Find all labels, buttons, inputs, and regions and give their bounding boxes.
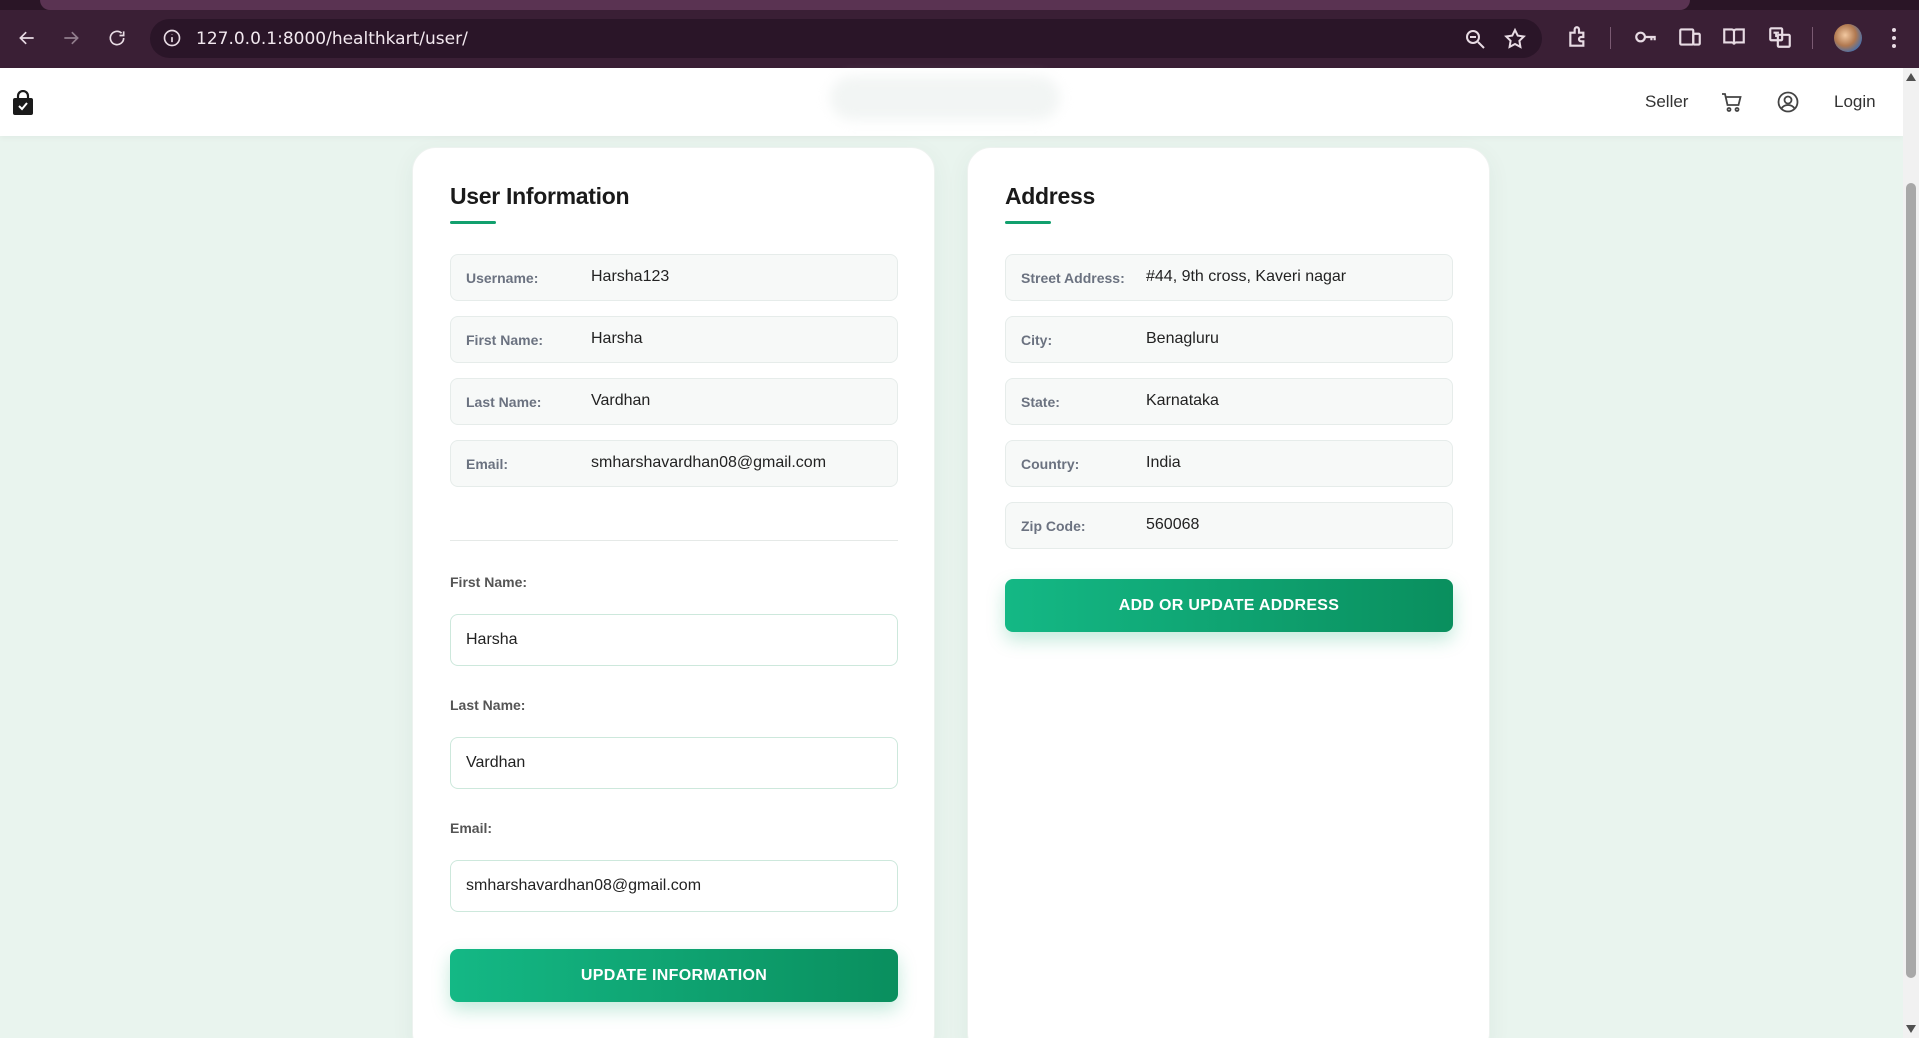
info-value: Vardhan — [591, 392, 651, 409]
email-label: Email: — [450, 820, 493, 836]
info-label: Country: — [1021, 456, 1080, 472]
menu-kebab-icon[interactable] — [1884, 24, 1904, 52]
title-underline — [1005, 221, 1051, 224]
login-link[interactable]: Login — [1834, 92, 1876, 112]
toolbar-divider — [1812, 27, 1813, 49]
reload-icon[interactable] — [103, 24, 131, 52]
street-address-row: Street Address: #44, 9th cross, Kaveri n… — [1005, 254, 1453, 301]
info-label: Username: — [466, 270, 539, 286]
title-underline — [450, 221, 496, 224]
active-tab[interactable] — [40, 0, 1690, 10]
scroll-thumb[interactable] — [1906, 183, 1916, 978]
update-information-button[interactable]: UPDATE INFORMATION — [450, 949, 898, 1002]
first-name-input[interactable] — [450, 614, 898, 666]
back-icon[interactable] — [13, 24, 41, 52]
cast-devices-icon[interactable] — [1677, 24, 1703, 50]
info-value: Harsha — [591, 330, 643, 347]
cart-icon[interactable] — [1720, 90, 1744, 114]
section-divider — [450, 540, 898, 541]
info-value: Karnataka — [1146, 392, 1219, 409]
last-name-row: Last Name: Vardhan — [450, 378, 898, 425]
info-label: Street Address: — [1021, 270, 1125, 286]
info-value: Benagluru — [1146, 330, 1219, 347]
site-header: Seller Login — [0, 68, 1903, 136]
reading-mode-icon[interactable] — [1721, 24, 1747, 50]
header-search-placeholder — [830, 76, 1060, 120]
zoom-icon[interactable] — [1463, 27, 1487, 51]
username-row: Username: Harsha123 — [450, 254, 898, 301]
zip-code-row: Zip Code: 560068 — [1005, 502, 1453, 549]
toolbar-divider — [1610, 27, 1611, 49]
tab-strip — [0, 0, 1919, 10]
info-label: Last Name: — [466, 394, 542, 410]
bookmark-star-icon[interactable] — [1503, 27, 1527, 51]
info-value: 560068 — [1146, 516, 1200, 533]
browser-toolbar: 127.0.0.1:8000/healthkart/user/ — [0, 0, 1919, 68]
seller-link[interactable]: Seller — [1645, 92, 1688, 112]
address-title: Address — [1005, 183, 1095, 209]
last-name-input[interactable] — [450, 737, 898, 789]
info-value: smharshavardhan08@gmail.com — [591, 454, 827, 471]
city-row: City: Benagluru — [1005, 316, 1453, 363]
first-name-row: First Name: Harsha — [450, 316, 898, 363]
site-info-icon[interactable] — [162, 28, 182, 48]
scroll-down-icon[interactable] — [1906, 1025, 1916, 1033]
email-input[interactable] — [450, 860, 898, 912]
user-account-icon[interactable] — [1776, 90, 1800, 114]
first-name-label: First Name: — [450, 574, 528, 590]
info-label: State: — [1021, 394, 1060, 410]
last-name-label: Last Name: — [450, 697, 526, 713]
email-row: Email: smharshavardhan08@gmail.com — [450, 440, 898, 487]
shopping-bag-logo-icon[interactable] — [11, 89, 35, 116]
state-row: State: Karnataka — [1005, 378, 1453, 425]
info-label: Zip Code: — [1021, 518, 1086, 534]
address-bar[interactable]: 127.0.0.1:8000/healthkart/user/ — [150, 19, 1542, 58]
page-scrollbar[interactable] — [1903, 68, 1919, 1038]
url-text[interactable]: 127.0.0.1:8000/healthkart/user/ — [196, 29, 468, 49]
password-key-icon[interactable] — [1633, 24, 1659, 50]
info-label: First Name: — [466, 332, 544, 348]
info-value: #44, 9th cross, Kaveri nagar — [1146, 268, 1347, 285]
profile-avatar[interactable] — [1834, 24, 1862, 52]
info-label: Email: — [466, 456, 509, 472]
address-card: Address Street Address: #44, 9th cross, … — [967, 147, 1490, 1038]
info-value: Harsha123 — [591, 268, 670, 285]
info-label: City: — [1021, 332, 1053, 348]
country-row: Country: India — [1005, 440, 1453, 487]
extensions-icon[interactable] — [1566, 24, 1592, 50]
user-information-title: User Information — [450, 183, 630, 209]
info-value: India — [1146, 454, 1181, 471]
translate-icon[interactable] — [1767, 24, 1793, 50]
user-information-card: User Information Username: Harsha123 Fir… — [412, 147, 935, 1038]
forward-icon[interactable] — [57, 24, 85, 52]
scroll-up-icon[interactable] — [1906, 73, 1916, 81]
add-or-update-address-button[interactable]: ADD OR UPDATE ADDRESS — [1005, 579, 1453, 632]
